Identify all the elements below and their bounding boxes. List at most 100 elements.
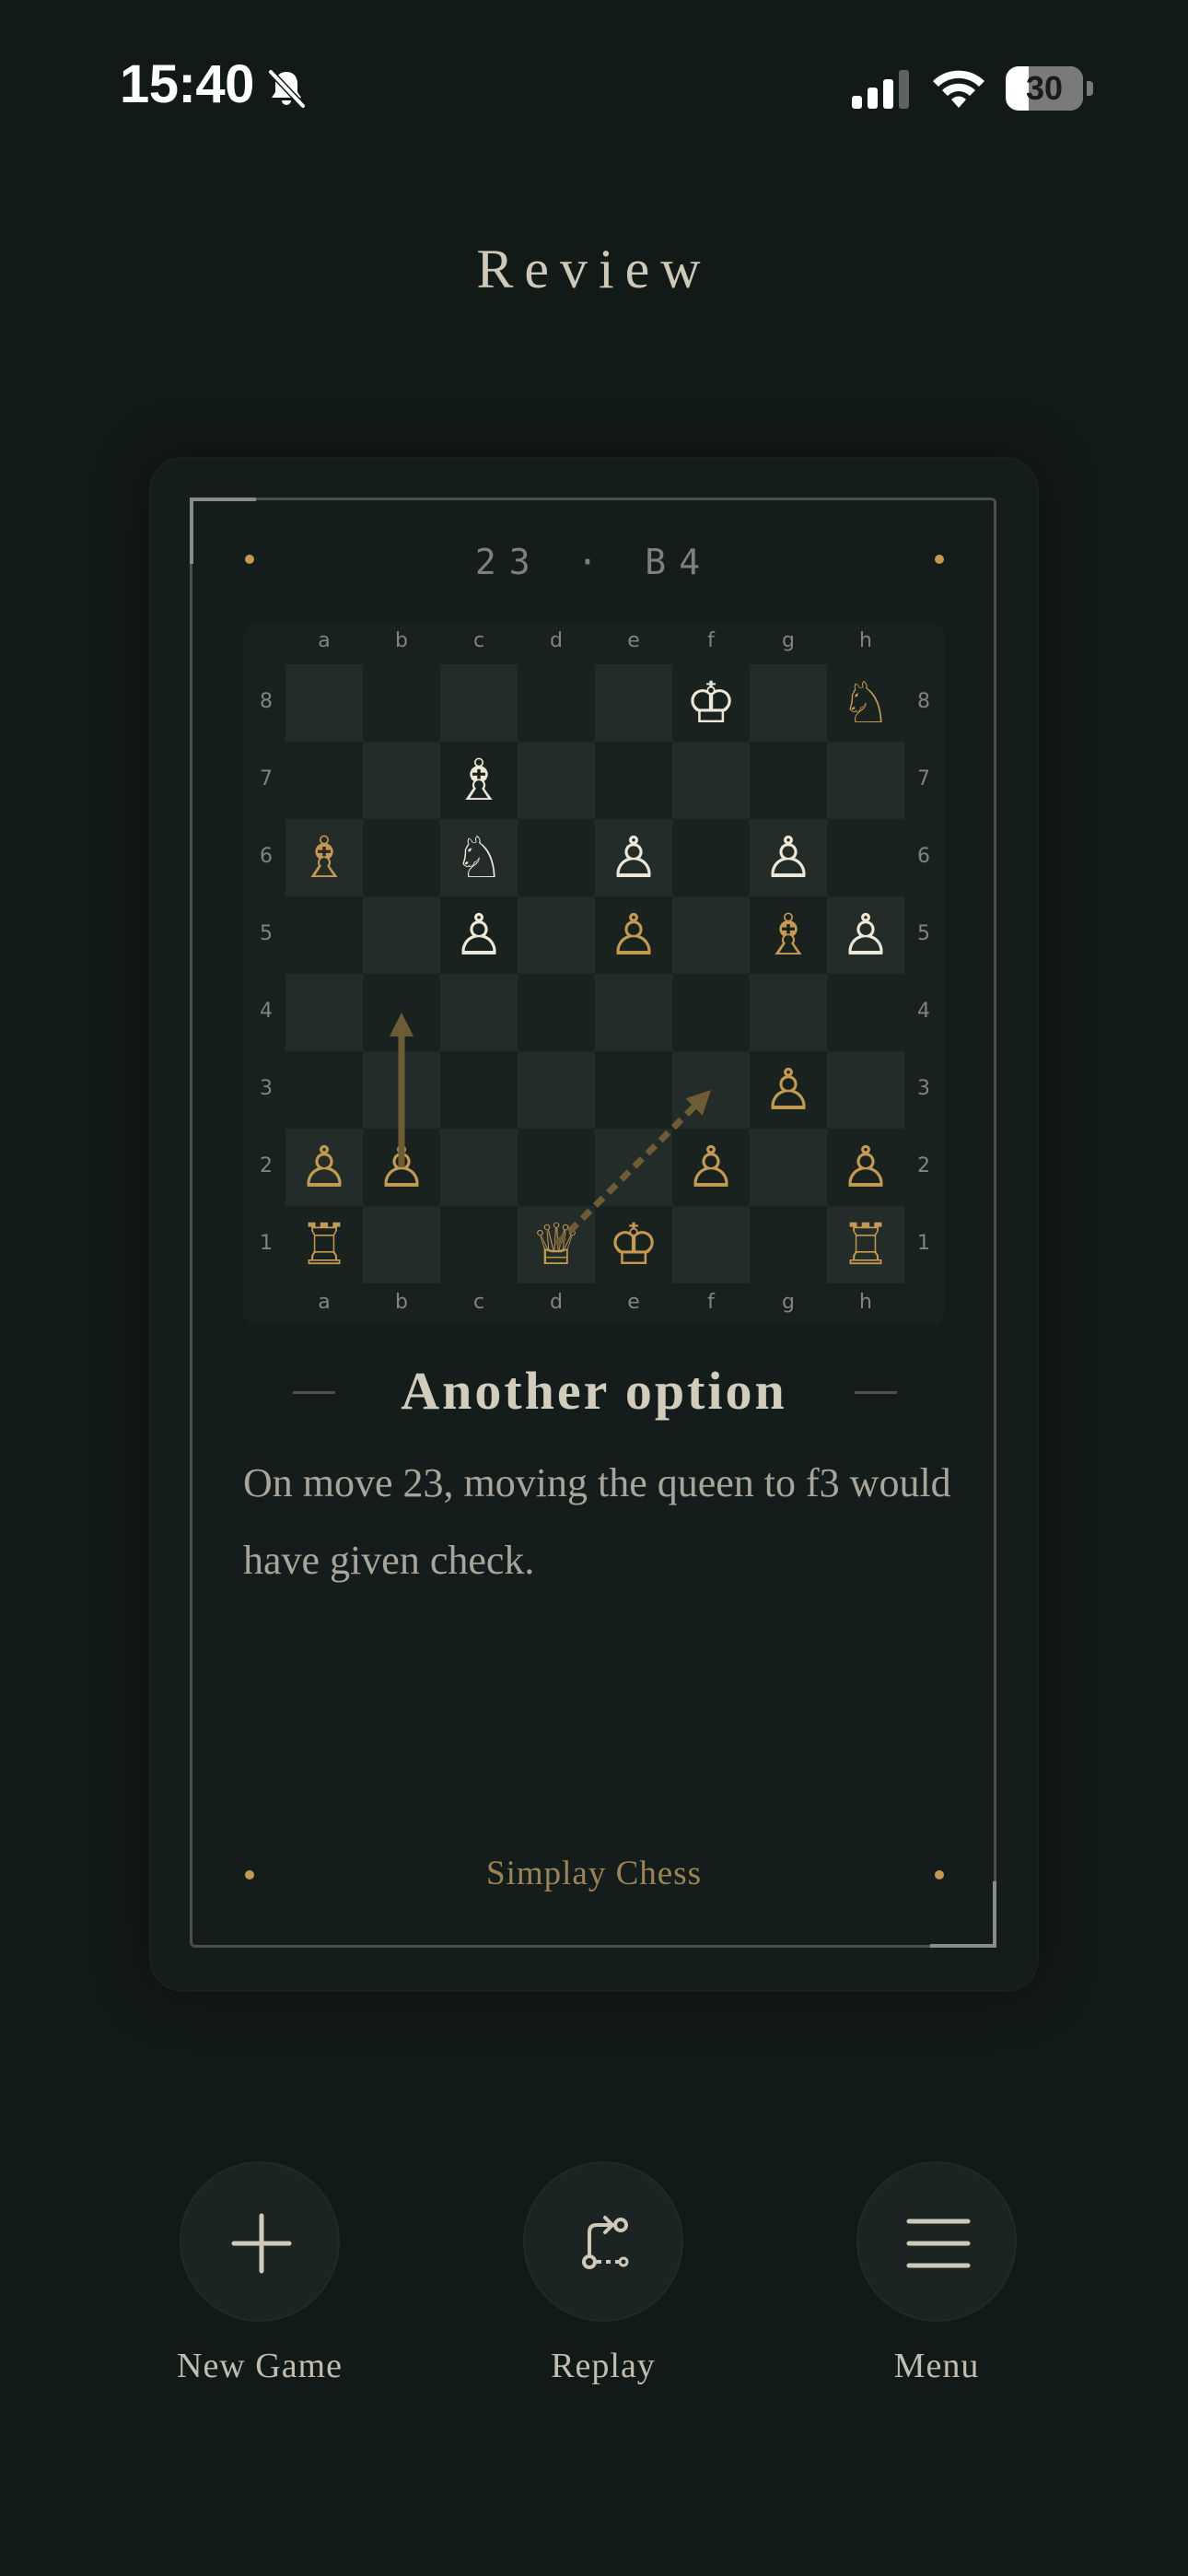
gold-rook-h1[interactable]: ♖: [827, 1206, 904, 1283]
rank-label-7: 7: [260, 767, 273, 790]
file-label-e: e: [627, 1291, 640, 1314]
square-c3[interactable]: [440, 1051, 518, 1129]
square-a7[interactable]: [285, 742, 363, 819]
brand-label: Simplay Chess: [486, 1855, 702, 1892]
square-e3[interactable]: [595, 1051, 672, 1129]
square-f3[interactable]: [672, 1051, 750, 1129]
white-bishop-c7[interactable]: ♗: [440, 742, 518, 819]
file-label-e: e: [627, 629, 640, 652]
square-e4[interactable]: [595, 974, 672, 1051]
square-g2[interactable]: [750, 1129, 827, 1206]
square-b1[interactable]: [363, 1206, 440, 1283]
square-f1[interactable]: [672, 1206, 750, 1283]
white-king-f8[interactable]: ♔: [672, 664, 750, 742]
menu-circle[interactable]: [856, 2161, 1017, 2322]
square-b8[interactable]: [363, 664, 440, 742]
square-d3[interactable]: [518, 1051, 595, 1129]
square-a5[interactable]: [285, 896, 363, 974]
rank-label-1: 1: [260, 1232, 273, 1255]
square-b7[interactable]: [363, 742, 440, 819]
square-d4[interactable]: [518, 974, 595, 1051]
new-game-circle[interactable]: [180, 2161, 340, 2322]
square-g8[interactable]: [750, 664, 827, 742]
gold-pawn-h2[interactable]: ♙: [827, 1129, 904, 1206]
square-b4[interactable]: [363, 974, 440, 1051]
square-a4[interactable]: [285, 974, 363, 1051]
chess-board[interactable]: ♔ ♘ ♗ ♗ ♘ ♙ ♙ ♙ ♙ ♗ ♙ ♙ ♙ ♙ ♙ ♙ ♖ ♕ ♔ ♖: [285, 664, 904, 1283]
file-label-g: g: [782, 1291, 795, 1314]
rank-label-2: 2: [917, 1154, 930, 1177]
square-e2[interactable]: [595, 1129, 672, 1206]
gold-bishop-a6[interactable]: ♗: [285, 819, 363, 896]
file-label-b: b: [395, 629, 408, 652]
square-a3[interactable]: [285, 1051, 363, 1129]
rank-label-6: 6: [260, 845, 273, 868]
square-b5[interactable]: [363, 896, 440, 974]
white-pawn-h5[interactable]: ♙: [827, 896, 904, 974]
gold-rook-a1[interactable]: ♖: [285, 1206, 363, 1283]
rank-label-6: 6: [917, 845, 930, 868]
square-f5[interactable]: [672, 896, 750, 974]
white-knight-c6[interactable]: ♘: [440, 819, 518, 896]
file-label-g: g: [782, 629, 795, 652]
square-a8[interactable]: [285, 664, 363, 742]
square-d7[interactable]: [518, 742, 595, 819]
gold-queen-d1[interactable]: ♕: [518, 1206, 595, 1283]
square-g7[interactable]: [750, 742, 827, 819]
cellular-signal-icon: [852, 70, 909, 109]
gold-pawn-f2[interactable]: ♙: [672, 1129, 750, 1206]
square-e7[interactable]: [595, 742, 672, 819]
square-h6[interactable]: [827, 819, 904, 896]
rank-label-5: 5: [260, 922, 273, 945]
square-d5[interactable]: [518, 896, 595, 974]
gold-knight-h8[interactable]: ♘: [827, 664, 904, 742]
gold-bishop-g5[interactable]: ♗: [750, 896, 827, 974]
square-c4[interactable]: [440, 974, 518, 1051]
square-h3[interactable]: [827, 1051, 904, 1129]
gold-pawn-g3[interactable]: ♙: [750, 1051, 827, 1129]
plus-icon: [231, 2213, 292, 2274]
square-d2[interactable]: [518, 1129, 595, 1206]
menu-label: Menu: [893, 2347, 980, 2385]
wifi-icon: [933, 70, 984, 108]
battery-icon: 30: [1006, 66, 1093, 111]
gold-pawn-e5[interactable]: ♙: [595, 896, 672, 974]
gold-pawn-a2[interactable]: ♙: [285, 1129, 363, 1206]
square-h4[interactable]: [827, 974, 904, 1051]
square-e8[interactable]: [595, 664, 672, 742]
file-label-h: h: [859, 629, 872, 652]
new-game-button[interactable]: New Game: [140, 2161, 379, 2401]
rank-label-5: 5: [917, 922, 930, 945]
file-label-b: b: [395, 1291, 408, 1314]
white-pawn-c5[interactable]: ♙: [440, 896, 518, 974]
rank-label-1: 1: [917, 1232, 930, 1255]
menu-button[interactable]: Menu: [817, 2161, 1056, 2401]
square-c1[interactable]: [440, 1206, 518, 1283]
square-g1[interactable]: [750, 1206, 827, 1283]
gold-pawn-b2[interactable]: ♙: [363, 1129, 440, 1206]
gold-king-e1[interactable]: ♔: [595, 1206, 672, 1283]
square-f4[interactable]: [672, 974, 750, 1051]
square-d6[interactable]: [518, 819, 595, 896]
white-pawn-e6[interactable]: ♙: [595, 819, 672, 896]
new-game-label: New Game: [177, 2347, 343, 2385]
rank-label-8: 8: [917, 690, 930, 713]
square-c2[interactable]: [440, 1129, 518, 1206]
replay-circle[interactable]: [523, 2161, 683, 2322]
square-d8[interactable]: [518, 664, 595, 742]
option-heading: Another option: [401, 1361, 787, 1421]
square-f7[interactable]: [672, 742, 750, 819]
rank-label-3: 3: [260, 1077, 273, 1100]
square-g4[interactable]: [750, 974, 827, 1051]
white-pawn-g6[interactable]: ♙: [750, 819, 827, 896]
square-b3[interactable]: [363, 1051, 440, 1129]
square-c8[interactable]: [440, 664, 518, 742]
file-label-c: c: [472, 629, 485, 652]
square-b6[interactable]: [363, 819, 440, 896]
option-explanation: On move 23, moving the queen to f3 would…: [243, 1460, 951, 1583]
rank-label-3: 3: [917, 1077, 930, 1100]
file-label-c: c: [472, 1291, 485, 1314]
replay-button[interactable]: Replay: [483, 2161, 723, 2401]
square-h7[interactable]: [827, 742, 904, 819]
square-f6[interactable]: [672, 819, 750, 896]
